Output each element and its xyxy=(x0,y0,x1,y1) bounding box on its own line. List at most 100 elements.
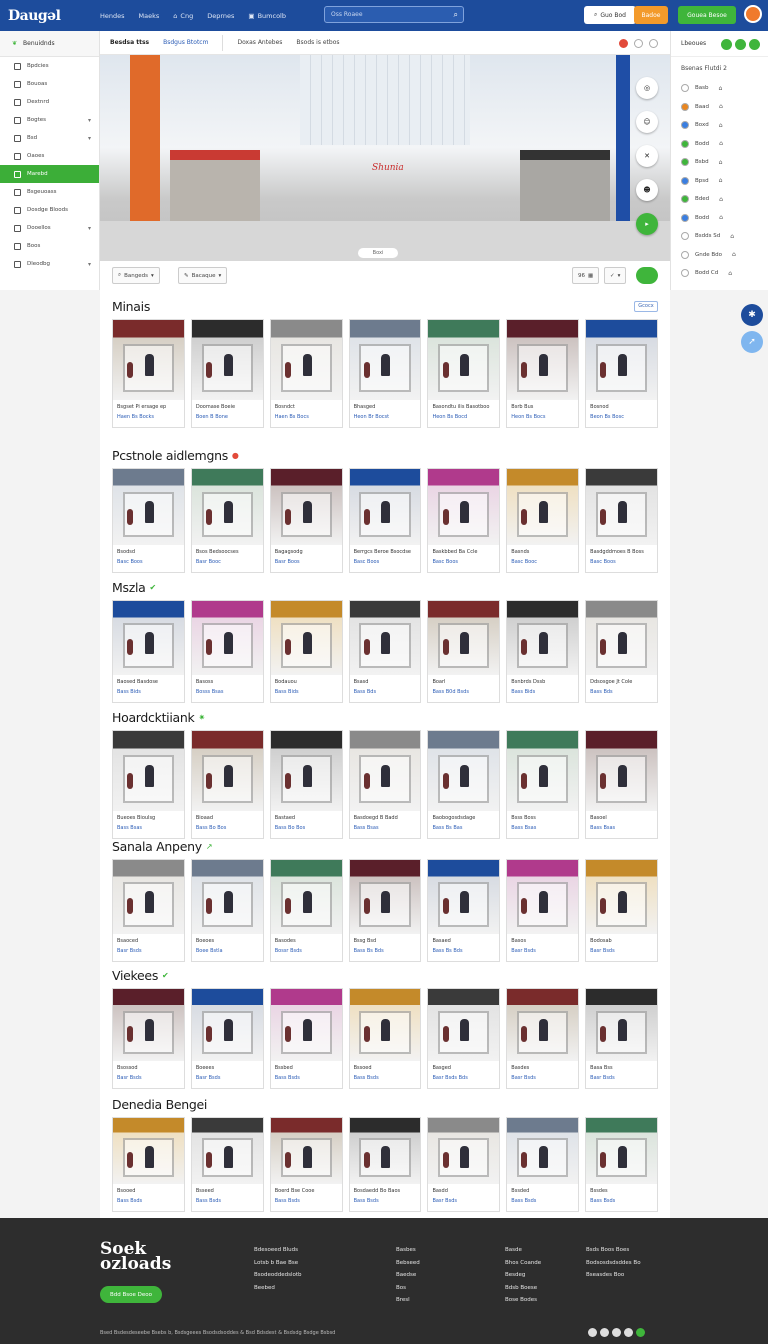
section-pill[interactable]: Gcocx xyxy=(634,301,658,312)
footer-link[interactable]: Baedse xyxy=(396,1269,420,1282)
sidebar-item[interactable]: Bogtes ▾ xyxy=(0,111,99,129)
tab-4[interactable]: Bsods is etbos xyxy=(296,39,339,46)
product-card[interactable]: Bastaed Bass Bo Bos xyxy=(269,730,343,839)
footer-link[interactable]: Bsds Boos Boes xyxy=(586,1244,641,1257)
right-panel-item[interactable]: Bodd Cd ⌂ xyxy=(671,264,768,283)
product-price[interactable]: Bass B0d Bsds xyxy=(432,689,495,695)
avatar[interactable] xyxy=(744,5,762,23)
product-card[interactable]: Bosndct Haen Bs Bocs xyxy=(269,319,343,428)
product-card[interactable]: Berrgcs Beroe Bsocdse Basc Boos xyxy=(348,468,422,573)
product-card[interactable]: Bodauou Bass Bids xyxy=(269,600,343,703)
right-panel-item[interactable]: Bpsd ⌂ xyxy=(671,172,768,191)
product-price[interactable]: Basc Boos xyxy=(432,559,495,565)
product-price[interactable]: Haen Bs Bocks xyxy=(117,414,180,420)
footer-logo[interactable]: Soek ozloads xyxy=(100,1241,171,1273)
sidebar-item[interactable]: Dooellos ▾ xyxy=(0,219,99,237)
right-panel-item[interactable]: Baad ⌂ xyxy=(671,98,768,117)
footer-link[interactable]: Lotsb b Bae Bse xyxy=(254,1257,302,1270)
hero-badge-button[interactable]: ◎ xyxy=(636,77,658,99)
product-card[interactable]: Bhasged Heon Br Bocst xyxy=(348,319,422,428)
product-price[interactable]: Bass Bids xyxy=(511,689,574,695)
tab-2[interactable]: Bsdgus Btotcm xyxy=(163,39,208,46)
product-card[interactable]: Bsos Bedsoocses Basr Booc xyxy=(190,468,264,573)
product-card[interactable]: Bsrb Bus Heon Bs Bocs xyxy=(506,319,580,428)
product-card[interactable]: Basdgddmoes B Boss Basc Boos xyxy=(585,468,659,573)
filter-dropdown-2[interactable]: ✎ Bacaque ▾ xyxy=(178,267,228,284)
product-card[interactable]: Basoss Bosss Bsas xyxy=(190,600,264,703)
footer-link[interactable]: Bebseed xyxy=(396,1257,420,1270)
product-card[interactable]: Bsaoced Basr Bsds xyxy=(112,859,185,962)
product-card[interactable]: Bosnod Beon Bs Bosc xyxy=(585,319,659,428)
right-panel-item[interactable]: Bodd ⌂ xyxy=(671,209,768,228)
product-card[interactable]: Bssded Bass Bsds xyxy=(506,1117,580,1212)
product-price[interactable]: Bass Bs Bds xyxy=(354,948,417,954)
product-card[interactable]: Basoel Bass Bsas xyxy=(585,730,659,839)
product-price[interactable]: Basr Booc xyxy=(196,559,259,565)
product-price[interactable]: Bass Bsas xyxy=(511,825,574,831)
social-icon[interactable] xyxy=(624,1328,633,1337)
product-price[interactable]: Beon Bs Bosc xyxy=(590,414,653,420)
product-card[interactable]: Basaed Bass Bs Bds xyxy=(427,859,501,962)
product-card[interactable]: Bioaad Bass Bo Bos xyxy=(190,730,264,839)
product-price[interactable]: Bass Bsds xyxy=(354,1198,417,1204)
footer-link[interactable]: Bresl xyxy=(396,1294,420,1307)
footer-link[interactable]: Bseasdes Boo xyxy=(586,1269,641,1282)
product-card[interactable]: Basondtu ilis Basotboo Heon Bs Bocd xyxy=(427,319,501,428)
product-card[interactable]: Bsasd Bass Bds xyxy=(348,600,422,703)
product-card[interactable]: Doomase Boeie Boen B Bone xyxy=(190,319,264,428)
tab-3[interactable]: Doxas Antebes xyxy=(237,39,282,46)
product-card[interactable]: Bsooed Bass Bsds xyxy=(112,1117,185,1212)
product-price[interactable]: Bass Bsds xyxy=(590,1198,653,1204)
product-price[interactable]: Basr Bsds xyxy=(590,948,653,954)
sidebar-item[interactable]: Oaoes xyxy=(0,147,99,165)
login-button[interactable]: ⌕ Guo Bod xyxy=(584,6,636,24)
product-price[interactable]: Bass Bids xyxy=(117,689,180,695)
right-panel-item[interactable]: Bded ⌂ xyxy=(671,190,768,209)
status-dot[interactable] xyxy=(721,39,732,50)
logo[interactable]: Daugəl xyxy=(8,8,100,24)
product-price[interactable]: Haen Bs Bocs xyxy=(275,414,338,420)
footer-link[interactable]: Bhos Coande xyxy=(505,1257,541,1270)
footer-link[interactable]: Bos xyxy=(396,1282,420,1295)
product-price[interactable]: Basr Bsds xyxy=(590,1075,653,1081)
nav-item-3[interactable]: ⌂ Cng xyxy=(173,12,193,20)
product-price[interactable]: Basr Bsds xyxy=(511,948,574,954)
search-icon[interactable]: ⌕ xyxy=(454,10,458,20)
product-price[interactable]: Basr Bsds xyxy=(117,948,180,954)
product-price[interactable]: Basr Bsds xyxy=(117,1075,180,1081)
circle-icon[interactable] xyxy=(649,39,658,48)
right-panel-item[interactable]: Bodd ⌂ xyxy=(671,135,768,154)
product-price[interactable]: Bass Bsas xyxy=(117,825,180,831)
footer-link[interactable]: Bdesoeed Bluds xyxy=(254,1244,302,1257)
product-card[interactable]: Bsnbrds Dssb Bass Bids xyxy=(506,600,580,703)
product-card[interactable]: Bssbed Bass Bsds xyxy=(269,988,343,1089)
product-price[interactable]: Boen B Bone xyxy=(196,414,259,420)
social-icon[interactable] xyxy=(600,1328,609,1337)
product-card[interactable]: Basdes Basr Bsds xyxy=(506,988,580,1089)
product-card[interactable]: Boeoes Boee Bstla xyxy=(190,859,264,962)
product-price[interactable]: Basc Booc xyxy=(511,559,574,565)
footer-link[interactable]: Bodsosdsdsddes Bo xyxy=(586,1257,641,1270)
product-price[interactable]: Bass Bs Bds xyxy=(432,948,495,954)
filter-dropdown-1[interactable]: ⌕ Bangeds ▾ xyxy=(112,267,160,284)
footer-link[interactable]: Beebed xyxy=(254,1282,302,1295)
hero-pill[interactable]: Boxi xyxy=(358,248,398,258)
product-price[interactable]: Heon Bs Bocd xyxy=(432,414,495,420)
chef-icon[interactable]: ☺ xyxy=(636,111,658,133)
product-card[interactable]: Baobogosdsdage Bass Bs Bas xyxy=(427,730,501,839)
footer-link[interactable]: Bose Bodes xyxy=(505,1294,541,1307)
orange-button[interactable]: Badoe xyxy=(634,6,668,24)
product-card[interactable]: Basged Basr Bsds Bds xyxy=(427,988,501,1089)
play-icon[interactable]: ▸ xyxy=(636,213,658,235)
product-card[interactable]: Boeees Basr Bsds xyxy=(190,988,264,1089)
product-card[interactable]: Bodosab Basr Bsds xyxy=(585,859,659,962)
product-card[interactable]: Ddsosgoe Jt Cole Bass Bds xyxy=(585,600,659,703)
right-panel-item[interactable]: Bsdds Sd ⌂ xyxy=(671,227,768,246)
product-card[interactable]: Bsodsd Basc Boos xyxy=(112,468,185,573)
search-input[interactable]: Oss Roaee ⌕ xyxy=(324,6,464,23)
product-price[interactable]: Bass Bo Bos xyxy=(196,825,259,831)
sidebar-header[interactable]: ❦ Benuidnds xyxy=(0,31,99,57)
product-card[interactable]: Bssoed Bass Bsds xyxy=(348,988,422,1089)
product-price[interactable]: Basr Bsds xyxy=(432,1198,495,1204)
product-price[interactable]: Bosss Bsas xyxy=(196,689,259,695)
